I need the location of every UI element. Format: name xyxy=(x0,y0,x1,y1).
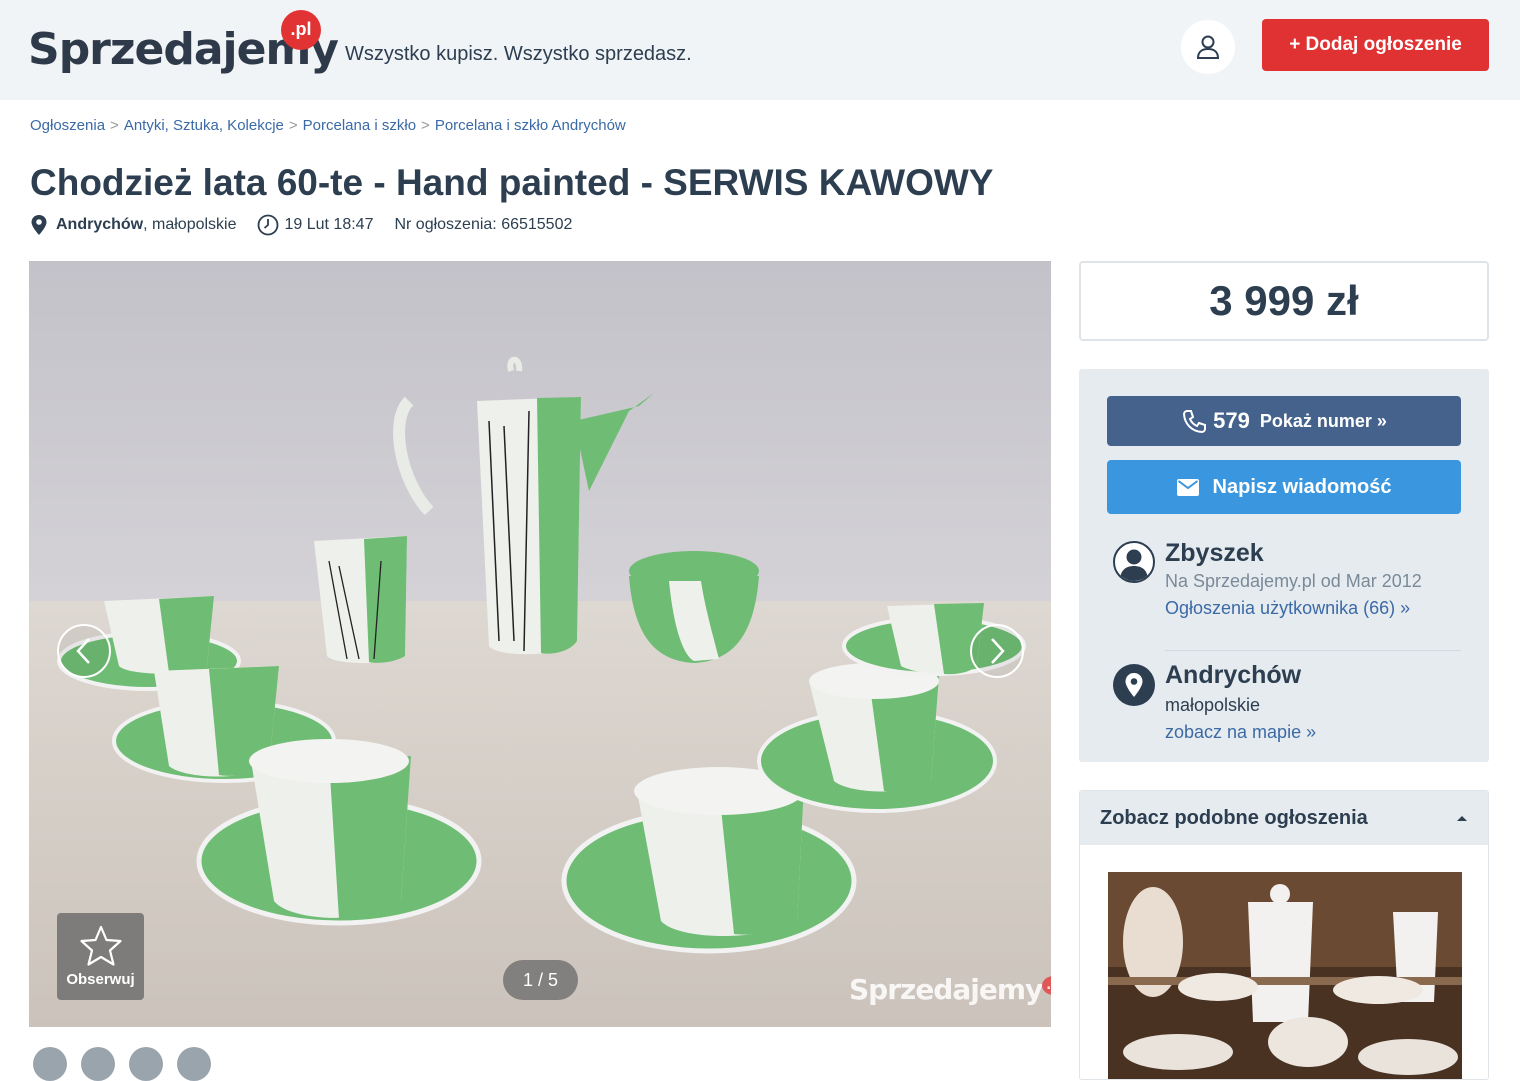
listing-meta: Andrychów , małopolskie 19 Lut 18:47 Nr … xyxy=(30,212,572,238)
page-title: Chodzież lata 60-te - Hand painted - SER… xyxy=(30,162,994,203)
show-phone-button[interactable]: 579 Pokaż numer » xyxy=(1107,396,1461,446)
watermark-text: Sprzedajemy xyxy=(849,973,1043,1006)
breadcrumb: Ogłoszenia > Antyki, Sztuka, Kolekcje > … xyxy=(30,117,626,134)
listing-region: , małopolskie xyxy=(143,216,237,233)
chevron-left-icon xyxy=(76,638,90,664)
location-region: małopolskie xyxy=(1165,695,1261,715)
seller-name: Zbyszek xyxy=(1165,539,1264,567)
breadcrumb-item[interactable]: Ogłoszenia xyxy=(30,117,105,134)
photo-gallery[interactable]: Obserwuj 1 / 5 Sprzedajemy.pl xyxy=(29,261,1051,1027)
pinterest-icon[interactable] xyxy=(177,1047,211,1081)
seller-ads-link[interactable]: Ogłoszenia użytkownika (66) » xyxy=(1165,598,1410,619)
similar-listing-thumbnail[interactable] xyxy=(1108,872,1462,1079)
similar-listings-title: Zobacz podobne ogłoszenia xyxy=(1100,806,1368,829)
follow-label: Obserwuj xyxy=(66,971,135,988)
twitter-icon[interactable] xyxy=(81,1047,115,1081)
chevron-right-icon xyxy=(991,638,1005,664)
similar-listings: Zobacz podobne ogłoszenia xyxy=(1079,790,1489,1080)
user-icon xyxy=(1196,35,1220,59)
avatar[interactable] xyxy=(1113,541,1155,583)
caret-up-icon xyxy=(1457,816,1467,821)
listing-city: Andrychów xyxy=(56,216,144,233)
map-pin-icon xyxy=(1113,664,1155,706)
price: 3 999 zł xyxy=(1209,277,1359,324)
gallery-prev-button[interactable] xyxy=(57,624,111,678)
breadcrumb-separator: > xyxy=(110,117,119,134)
photo-watermark: Sprzedajemy.pl xyxy=(849,973,1051,1006)
envelope-icon xyxy=(1176,478,1199,496)
location-pin-icon xyxy=(31,215,47,235)
listing-number: Nr ogłoszenia: 66515502 xyxy=(394,216,573,233)
site-header: Sprzedajemy .pl Wszystko kupisz. Wszystk… xyxy=(0,0,1520,100)
user-silhouette-icon xyxy=(1120,549,1148,581)
send-message-button[interactable]: Napisz wiadomość xyxy=(1107,460,1461,514)
gallery-next-button[interactable] xyxy=(970,624,1024,678)
similar-listings-header[interactable]: Zobacz podobne ogłoszenia xyxy=(1080,791,1488,845)
site-logo[interactable]: Sprzedajemy .pl xyxy=(28,10,339,75)
listing-photo[interactable] xyxy=(29,261,1051,1027)
facebook-icon[interactable] xyxy=(33,1047,67,1081)
breadcrumb-item[interactable]: Antyki, Sztuka, Kolekcje xyxy=(124,117,284,134)
photo-counter: 1 / 5 xyxy=(503,960,578,1000)
phone-prefix: 579 xyxy=(1213,408,1250,433)
account-button[interactable] xyxy=(1181,20,1235,74)
email-share-icon[interactable] xyxy=(129,1047,163,1081)
add-listing-button[interactable]: + Dodaj ogłoszenie xyxy=(1262,19,1489,71)
share-bar xyxy=(33,1047,211,1081)
breadcrumb-separator: > xyxy=(421,117,430,134)
follow-button[interactable]: Obserwuj xyxy=(57,913,144,1000)
watermark-badge: .pl xyxy=(1042,975,1051,995)
seller-since: Na Sprzedajemy.pl od Mar 2012 xyxy=(1165,571,1422,591)
price-box: 3 999 zł xyxy=(1079,261,1489,341)
phone-icon xyxy=(1183,410,1207,434)
location-city: Andrychów xyxy=(1165,661,1302,689)
logo-badge: .pl xyxy=(281,10,321,50)
star-icon xyxy=(79,925,122,966)
divider xyxy=(1165,650,1461,651)
breadcrumb-item[interactable]: Porcelana i szkło Andrychów xyxy=(435,117,626,134)
message-label: Napisz wiadomość xyxy=(1212,475,1392,498)
listing-date: 19 Lut 18:47 xyxy=(257,214,374,236)
breadcrumb-item[interactable]: Porcelana i szkło xyxy=(303,117,416,134)
map-link[interactable]: zobacz na mapie » xyxy=(1165,722,1316,743)
tagline: Wszystko kupisz. Wszystko sprzedasz. xyxy=(345,43,692,65)
phone-label: Pokaż numer » xyxy=(1259,410,1387,431)
breadcrumb-separator: > xyxy=(288,117,298,134)
clock-icon xyxy=(257,214,278,236)
contact-panel: 579 Pokaż numer » Napisz wiadomość Zbysz… xyxy=(1079,369,1489,762)
listing-date-text: 19 Lut 18:47 xyxy=(284,216,374,233)
